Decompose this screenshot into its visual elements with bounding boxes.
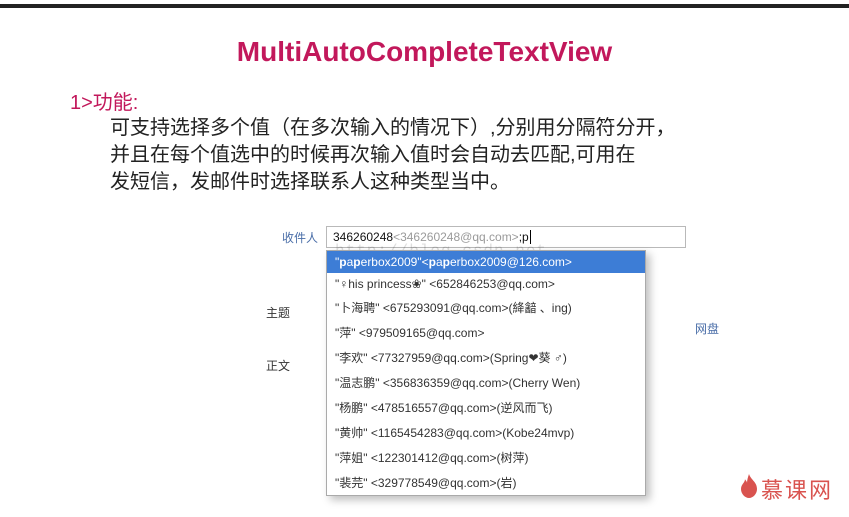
page-title: MultiAutoCompleteTextView: [0, 36, 849, 68]
side-tab-netdisk[interactable]: 网盘: [695, 320, 719, 337]
dropdown-item-selected[interactable]: "paperbox2009"<paperbox2009@126.com>: [327, 251, 645, 273]
brand-logo: 慕课网: [739, 473, 833, 505]
section-description: 可支持选择多个值（在多次输入的情况下）,分别用分隔符分开， 并且在每个值选中的时…: [110, 115, 849, 196]
top-divider: [0, 4, 849, 8]
autocomplete-dropdown: "paperbox2009"<paperbox2009@126.com> "♀h…: [326, 250, 646, 496]
subject-label: 主题: [266, 304, 290, 321]
section-label: 1>功能:: [70, 92, 138, 114]
dropdown-item[interactable]: "裴芫" <329778549@qq.com>(岩): [327, 470, 645, 495]
dropdown-item[interactable]: "黄帅" <1165454283@qq.com>(Kobe24mvp): [327, 420, 645, 445]
dropdown-item[interactable]: "萍姐" <122301412@qq.com>(树萍): [327, 445, 645, 470]
dropdown-item[interactable]: "♀his princess❀" <652846253@qq.com>: [327, 273, 645, 295]
dropdown-item[interactable]: "李欢" <77327959@qq.com>(Spring❤葵 ♂): [327, 345, 645, 370]
brand-text: 慕课网: [761, 473, 833, 505]
recipient-label: 收件人: [266, 229, 326, 246]
dropdown-item[interactable]: "杨鹏" <478516557@qq.com>(逆风而飞): [327, 395, 645, 420]
dropdown-item[interactable]: "萍" <979509165@qq.com>: [327, 320, 645, 345]
dropdown-item[interactable]: "卜海聘" <675293091@qq.com>(絳韽 、ing): [327, 295, 645, 320]
flame-icon: [739, 474, 759, 505]
dropdown-item[interactable]: "温志鹏" <356836359@qq.com>(Cherry Wen): [327, 370, 645, 395]
body-label: 正文: [266, 357, 290, 374]
feature-section: 1>功能: 可支持选择多个值（在多次输入的情况下）,分别用分隔符分开， 并且在每…: [70, 86, 849, 196]
